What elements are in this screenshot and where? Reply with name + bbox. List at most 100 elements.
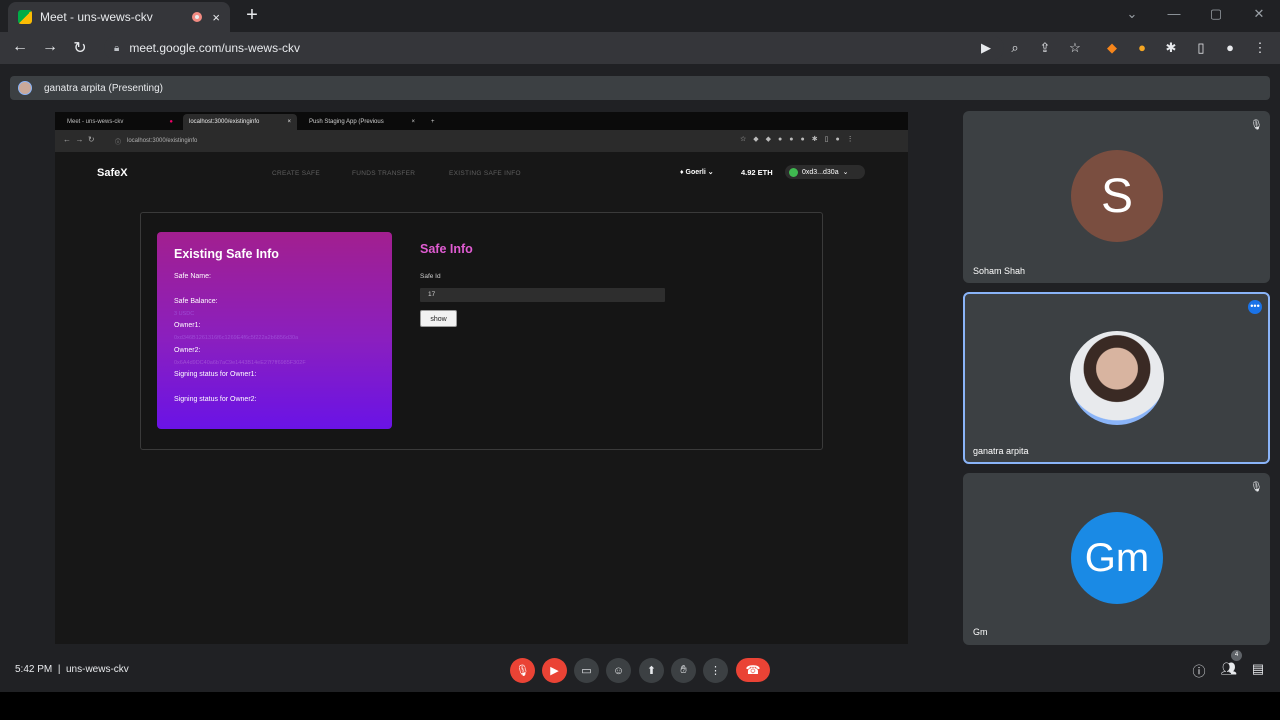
account-button: 0xd3...d30a ⌄ <box>785 165 865 179</box>
avatar: Gm <box>1071 512 1163 604</box>
avatar: S <box>1071 150 1163 242</box>
mic-off-icon: 🎙︎ <box>1250 120 1263 131</box>
sign1-label: Signing status for Owner1: <box>174 371 257 378</box>
camera-off-button[interactable]: ▶ <box>542 658 567 683</box>
sign2-label: Signing status for Owner2: <box>174 396 257 403</box>
eth-icon: ♦ <box>680 169 684 176</box>
owner1-value: 0xd346B1261316f6c1269E4f6c5f222a2b6856d3… <box>174 335 299 341</box>
safe-balance-label: Safe Balance: <box>174 298 218 305</box>
owner1-label: Owner1: <box>174 322 201 329</box>
owner2-label: Owner2: <box>174 347 201 354</box>
shared-rec-icon: ● <box>169 119 173 125</box>
participant-name: ganatra arpita <box>973 446 1029 456</box>
maximize-icon[interactable]: ▢ <box>1206 6 1226 22</box>
forward-icon[interactable]: → <box>40 38 60 56</box>
captions-button[interactable]: ▭ <box>574 658 599 683</box>
mic-off-icon: 🎙︎ <box>515 665 530 677</box>
shared-info-icon: ⓘ <box>115 139 122 146</box>
lock-icon: 🔒︎ <box>114 42 120 54</box>
chevron-down-icon: ⌄ <box>842 169 849 176</box>
side-panel-icon[interactable]: ▯ <box>1192 40 1210 56</box>
raise-hand-button[interactable]: ✋︎ <box>671 658 696 683</box>
shared-tab-push: Push Staging App (Previous × <box>309 119 415 125</box>
chevron-down-icon: ⌄ <box>707 169 714 176</box>
avatar <box>1070 331 1164 425</box>
shared-extension-icons: ☆◆◆●●●✱▯●⋮ <box>740 136 861 143</box>
more-options-button[interactable]: ⋮ <box>703 658 728 683</box>
participant-count-badge: 4 <box>1231 650 1242 661</box>
nav-create-safe: CREATE SAFE <box>272 170 320 177</box>
phone-hangup-icon: ☎︎ <box>745 663 761 677</box>
close-window-icon[interactable]: ✕ <box>1249 6 1269 22</box>
recording-icon <box>192 12 203 22</box>
meet-favicon-icon <box>18 10 32 24</box>
end-call-button[interactable]: ☎︎ <box>736 658 770 682</box>
bookmark-star-icon[interactable]: ☆ <box>1066 40 1084 56</box>
people-icon[interactable]: 👥︎ <box>1220 661 1238 677</box>
extension-p-icon[interactable]: ● <box>1133 40 1151 56</box>
browser-tab-meet[interactable]: Meet - uns-wews-ckv × <box>8 2 230 32</box>
shared-screen: Meet - uns-wews-ckv ● localhost:3000/exis… <box>55 112 908 644</box>
safe-info-title: Safe Info <box>420 242 473 256</box>
account-avatar <box>789 167 798 177</box>
card-title: Existing Safe Info <box>174 247 279 261</box>
emoji-icon: ☺ <box>612 664 625 677</box>
owner2-value: 0x6A4d9DC40a6b7aC9e1443B14eE27f7ff6985F3… <box>174 360 306 366</box>
emoji-button[interactable]: ☺ <box>606 658 631 683</box>
clock: 5:42 PM <box>15 664 53 675</box>
speaking-indicator-icon: ••• <box>1248 300 1262 314</box>
camera-off-icon: ▶ <box>550 665 559 677</box>
shared-tab-localhost: localhost:3000/existinginfo × <box>183 114 297 130</box>
participant-name: Soham Shah <box>973 266 1026 276</box>
divider: | <box>57 664 61 675</box>
present-icon: ⬆ <box>646 665 657 677</box>
minimize-icon[interactable]: — <box>1164 6 1184 21</box>
profile-icon[interactable]: ● <box>1221 40 1239 56</box>
mic-off-icon: 🎙︎ <box>1250 482 1263 493</box>
safe-id-label: Safe Id <box>420 273 441 280</box>
kebab-icon: ⋮ <box>710 665 721 677</box>
menu-kebab-icon[interactable]: ⋮ <box>1251 40 1269 56</box>
safe-name-label: Safe Name: <box>174 273 211 280</box>
camera-icon[interactable]: ▶ <box>977 40 995 56</box>
nav-funds-transfer: FUNDS TRANSFER <box>352 170 416 177</box>
shared-nav-icons: ← → ↻ <box>63 135 95 144</box>
address-bar[interactable]: 🔒︎ meet.google.com/uns-wews-ckv <box>104 36 1004 60</box>
taskbar-strip <box>0 692 1280 720</box>
show-button: show <box>420 310 457 327</box>
shared-tab-meet: Meet - uns-wews-ckv ● <box>67 119 173 125</box>
metamask-extension-icon[interactable]: ◆ <box>1103 40 1121 56</box>
tab-close-icon[interactable]: × <box>212 10 220 25</box>
presenting-bar: ganatra arpita (Presenting) <box>10 76 1270 100</box>
presenter-avatar <box>18 81 32 95</box>
meeting-code: uns-wews-ckv <box>65 664 129 675</box>
tab-search-icon[interactable]: ⌄ <box>1122 6 1142 22</box>
meeting-details-icon[interactable]: ⓘ <box>1190 661 1208 680</box>
captions-icon: ▭ <box>581 665 592 677</box>
shared-tab-close-icon: × <box>287 119 291 125</box>
mic-off-button[interactable]: 🎙︎ <box>510 658 535 683</box>
presenting-label: ganatra arpita (Presenting) <box>44 82 163 94</box>
reload-icon[interactable]: ↻ <box>70 38 90 58</box>
address-url: meet.google.com/uns-wews-ckv <box>129 41 301 55</box>
participant-name: Gm <box>973 627 988 637</box>
share-icon[interactable]: ⇪ <box>1036 40 1054 56</box>
nav-existing-safe-info: EXISTING SAFE INFO <box>449 170 521 177</box>
eth-balance: 4.92 ETH <box>741 168 773 177</box>
network-selector: ♦ Goerli ⌄ <box>680 169 714 176</box>
chat-icon[interactable]: ▤ <box>1249 661 1267 677</box>
safex-brand: SafeX <box>97 167 128 179</box>
new-tab-button[interactable]: + <box>242 4 262 27</box>
present-button[interactable]: ⬆ <box>639 658 664 683</box>
hand-icon: ✋︎ <box>680 664 687 676</box>
back-icon[interactable]: ← <box>10 38 30 56</box>
safe-balance-value: 3 USDC <box>174 311 195 317</box>
extensions-puzzle-icon[interactable]: ✱ <box>1162 40 1180 56</box>
zoom-icon[interactable]: ⌕ <box>1006 40 1024 56</box>
safe-id-input: 17 <box>420 288 665 302</box>
shared-tab-close-icon: × <box>411 119 415 125</box>
shared-url: ⓘ localhost:3000/existinginfo <box>115 138 198 146</box>
shared-new-tab-icon: + <box>431 119 435 125</box>
tab-title: Meet - uns-wews-ckv <box>40 10 153 24</box>
meeting-info: 5:42 PM | uns-wews-ckv <box>15 664 129 675</box>
